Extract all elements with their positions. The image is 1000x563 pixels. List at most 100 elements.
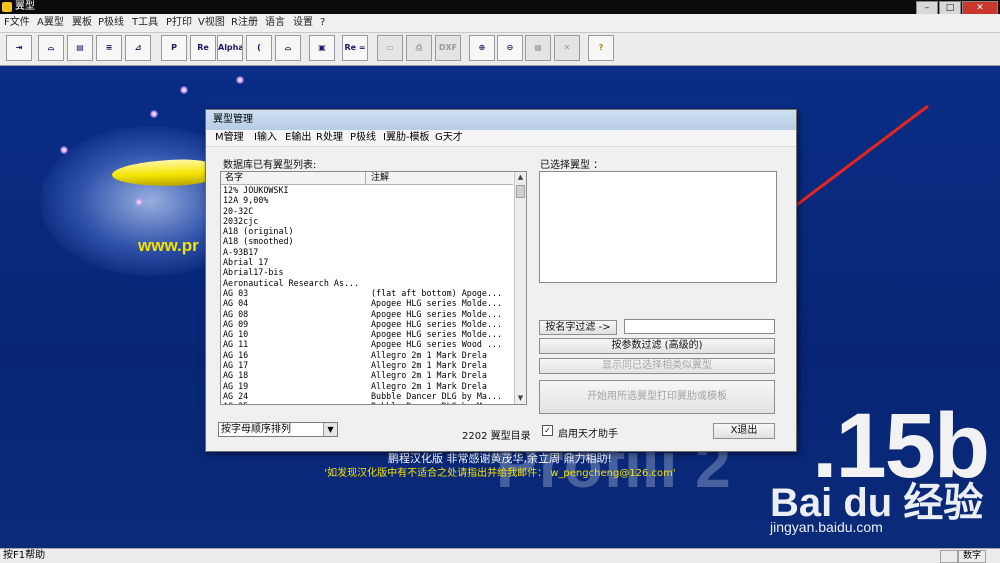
cross-icon[interactable]: ✕ <box>554 35 580 61</box>
list-item[interactable]: AG 25 Bubble Dancer DLG by Ma... <box>223 401 513 404</box>
genius-label: 启用天才助手 <box>558 429 618 440</box>
scroll-down-icon[interactable]: ▼ <box>515 393 526 404</box>
airfoil-count: 2202 翼型目录 <box>462 431 531 442</box>
alpha-icon[interactable]: Alpha <box>217 35 243 61</box>
menu-airfoil[interactable]: A翼型 <box>37 14 64 32</box>
menu-print[interactable]: P打印 <box>166 14 192 32</box>
airfoil-name: AG 04 <box>223 298 249 309</box>
window-controls: – □ ✕ <box>916 0 998 15</box>
exit-icon[interactable]: ⇥ <box>6 35 32 61</box>
database-icon[interactable]: ▣ <box>309 35 335 61</box>
list-scrollbar[interactable]: ▲ ▼ <box>514 172 526 404</box>
start-print-button[interactable]: 开始用所选翼型打印翼肋或模板 <box>539 380 775 414</box>
column-notes[interactable]: 注解 <box>371 172 389 184</box>
list-item[interactable]: AG 16 Allegro 2m 1 Mark Drela <box>223 350 513 360</box>
filter-by-name-button[interactable]: 按名字过滤 -> <box>539 320 617 335</box>
airfoil-manager-dialog: 翼型管理 M管理 I输入 E输出 R处理 P极线 I翼肋-模板 G天才 数据库已… <box>205 109 797 452</box>
scroll-thumb[interactable] <box>516 185 525 198</box>
dlg-menu-manage[interactable]: M管理 <box>215 130 244 146</box>
foil-shape-icon[interactable]: ⌓ <box>275 35 301 61</box>
polar-re-icon[interactable]: Re <box>190 35 216 61</box>
airfoil-notes: Apogee HLG series Molde... <box>371 318 503 329</box>
airfoil-notes: Bubble Dancer DLG by Ma... <box>371 390 503 401</box>
airfoil-icon[interactable]: ⌓ <box>38 35 64 61</box>
zoom-out-icon[interactable]: ⊖ <box>497 35 523 61</box>
list-item[interactable]: AG 09 Apogee HLG series Molde... <box>223 319 513 329</box>
printer-disabled-icon[interactable]: ▭ <box>377 35 403 61</box>
toolbar: ⇥ ⌓ ▤ ≡ ⊿ P Re Alpha ( ⌓ ▣ Re = ▭ ⎙ DXF … <box>0 33 1000 66</box>
dlg-menu-genius[interactable]: G天才 <box>435 130 463 146</box>
menu-language[interactable]: 语言 <box>265 14 285 32</box>
airfoil-name: AG 24 <box>223 390 249 401</box>
menu-view[interactable]: V视图 <box>198 14 225 32</box>
list-item[interactable]: Abrial 17 <box>223 257 513 267</box>
list-item[interactable]: AG 24 Bubble Dancer DLG by Ma... <box>223 391 513 401</box>
filter-name-input[interactable] <box>624 319 775 334</box>
airfoil-notes: Apogee HLG series Molde... <box>371 329 503 340</box>
airfoil-list[interactable]: 名字 注解 12% JOUKOWSKI 12A 9,00% 20-32C 2032cj… <box>220 171 527 405</box>
list-item[interactable]: AG 18 Allegro 2m 1 Mark Drela <box>223 370 513 380</box>
list-item[interactable]: AG 19 Allegro 2m 1 Mark Drela <box>223 381 513 391</box>
help-icon[interactable]: ? <box>588 35 614 61</box>
re-calculator-icon[interactable]: Re = <box>342 35 368 61</box>
dxf-icon[interactable]: DXF <box>435 35 461 61</box>
close-button[interactable]: ✕ <box>962 1 998 15</box>
list-header: 名字 注解 <box>221 172 513 185</box>
list-item[interactable]: 12A 9,00% <box>223 195 513 205</box>
list-item[interactable]: A18 (original) <box>223 226 513 236</box>
list-item[interactable]: AG 10 Apogee HLG series Molde... <box>223 329 513 339</box>
dlg-menu-output[interactable]: E输出 <box>285 130 311 146</box>
status-help-text: 按F1帮助 <box>3 550 46 561</box>
list-item[interactable]: 2032cjc <box>223 216 513 226</box>
book-icon[interactable]: ▤ <box>67 35 93 61</box>
list-item[interactable]: AG 08 Apogee HLG series Molde... <box>223 309 513 319</box>
scroll-up-icon[interactable]: ▲ <box>515 172 526 183</box>
menu-tools[interactable]: T工具 <box>132 14 158 32</box>
chevron-down-icon[interactable]: ▼ <box>323 423 337 436</box>
dlg-menu-input[interactable]: I输入 <box>254 130 277 146</box>
zoom-in-icon[interactable]: ⊕ <box>469 35 495 61</box>
menu-help[interactable]: ? <box>320 14 325 32</box>
column-divider[interactable] <box>365 172 366 184</box>
curve-icon[interactable]: ( <box>246 35 272 61</box>
menu-settings[interactable]: 设置 <box>293 14 313 32</box>
list-item[interactable]: AG 03 (flat aft bottom) Apoge... <box>223 288 513 298</box>
airfoil-name: AG 16 <box>223 349 249 360</box>
stack-icon[interactable]: ≡ <box>96 35 122 61</box>
dlg-menu-polar[interactable]: P极线 <box>350 130 376 146</box>
column-name[interactable]: 名字 <box>225 172 243 184</box>
list-item[interactable]: A-93B17 <box>223 247 513 257</box>
list-item[interactable]: 20-32C <box>223 206 513 216</box>
list-item[interactable]: AG 04 Apogee HLG series Molde... <box>223 298 513 308</box>
menu-register[interactable]: R注册 <box>231 14 258 32</box>
minimize-button[interactable]: – <box>916 1 938 15</box>
show-similar-button[interactable]: 显示同已选择相类似翼型 <box>539 358 775 374</box>
dlg-menu-rib-template[interactable]: I翼肋-模板 <box>383 130 430 146</box>
airfoil-name: Abrial17-bis <box>223 267 284 278</box>
genius-checkbox[interactable]: ✓ <box>542 425 553 436</box>
maximize-button[interactable]: □ <box>939 1 961 15</box>
list-item[interactable]: Abrial17-bis <box>223 267 513 277</box>
airfoil-notes: Bubble Dancer DLG by Ma... <box>371 401 502 404</box>
airfoil-name: AG 17 <box>223 360 249 371</box>
list-item[interactable]: Aeronautical Research As... <box>223 278 513 288</box>
grid-icon[interactable]: ▦ <box>525 35 551 61</box>
sort-order-select[interactable]: 按字母顺序排列 ▼ <box>218 422 338 437</box>
selected-airfoils-list[interactable] <box>539 171 777 283</box>
airfoil-name: AG 08 <box>223 308 249 319</box>
list-item[interactable]: A18 (smoothed) <box>223 236 513 246</box>
menu-rib[interactable]: 翼板 <box>72 14 92 32</box>
menu-file[interactable]: F文件 <box>4 14 30 32</box>
dlg-menu-process[interactable]: R处理 <box>316 130 343 146</box>
wing-icon[interactable]: ⊿ <box>125 35 151 61</box>
list-item[interactable]: 12% JOUKOWSKI <box>223 185 513 195</box>
list-item[interactable]: AG 11 Apogee HLG series Wood ... <box>223 339 513 349</box>
filter-by-params-button[interactable]: 按参数过滤 (高级的) <box>539 338 775 354</box>
exit-button[interactable]: X退出 <box>713 423 775 439</box>
menu-polar[interactable]: P极线 <box>98 14 124 32</box>
printer-icon[interactable]: ⎙ <box>406 35 432 61</box>
list-item[interactable]: AG 17 Allegro 2m 1 Mark Drela <box>223 360 513 370</box>
airfoil-name: A18 (smoothed) <box>223 236 294 247</box>
menu-bar: F文件 A翼型 翼板 P极线 T工具 P打印 V视图 R注册 语言 设置 ? <box>0 14 1000 33</box>
polar-p-icon[interactable]: P <box>161 35 187 61</box>
